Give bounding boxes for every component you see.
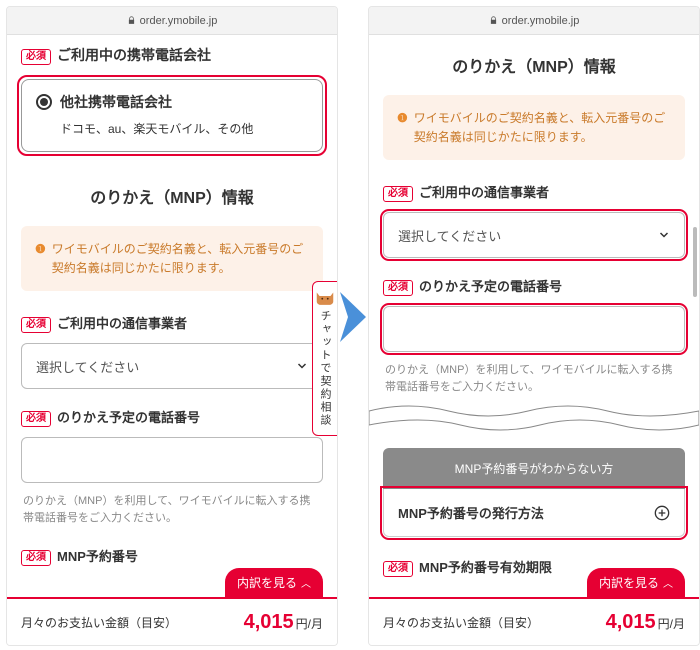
required-badge: 必須 — [383, 186, 413, 202]
lock-icon — [489, 16, 498, 25]
carrier-field-label: 必須ご利用中の通信事業者 — [7, 303, 337, 339]
select-placeholder: 選択してください — [36, 357, 139, 376]
phone-input[interactable] — [383, 306, 685, 352]
details-button[interactable]: 内訳を見る︿ — [225, 568, 323, 597]
chevron-up-icon: ︿ — [663, 575, 673, 590]
price-value: 4,015 — [606, 611, 656, 633]
chevron-down-icon — [296, 360, 308, 372]
content-gap-icon — [369, 401, 699, 435]
url-bar: order.ymobile.jp — [369, 7, 699, 35]
url-text: order.ymobile.jp — [140, 15, 218, 27]
warning-icon: ❶ — [397, 109, 408, 146]
cat-icon — [314, 290, 336, 306]
expander-label: MNP予約番号の発行方法 — [398, 503, 544, 522]
notice-banner: ❶ ワイモバイルのご契約名義と、転入元番号のご契約名義は同じかたに限ります。 — [21, 226, 323, 291]
price-footer: 月々のお支払い金額（目安） 4,015円/月 — [369, 597, 699, 645]
required-badge: 必須 — [383, 280, 413, 296]
carrier-section-label: 必須ご利用中の携帯電話会社 — [7, 35, 337, 71]
warning-icon: ❶ — [35, 240, 46, 277]
radio-title: 他社携帯電話会社 — [60, 92, 172, 112]
required-badge: 必須 — [21, 550, 51, 566]
mnp-issue-method-expander[interactable]: MNP予約番号の発行方法 — [383, 489, 685, 537]
chevron-up-icon: ︿ — [301, 575, 311, 590]
chat-tab-label: チャットで契約相談 — [319, 310, 331, 427]
mnp-section-title: のりかえ（MNP）情報 — [369, 35, 699, 87]
phone-screen-left: order.ymobile.jp 必須ご利用中の携帯電話会社 他社携帯電話会社 … — [6, 6, 338, 646]
notice-text: ワイモバイルのご契約名義と、転入元番号のご契約名義は同じかたに限ります。 — [52, 240, 309, 277]
required-badge: 必須 — [21, 317, 51, 333]
mnp-number-field-label: 必須MNP予約番号 — [7, 536, 337, 572]
required-badge: 必須 — [21, 411, 51, 427]
price-footer: 月々のお支払い金額（目安） 4,015円/月 — [7, 597, 337, 645]
price-value: 4,015 — [244, 611, 294, 633]
mnp-help-banner: MNP予約番号がわからない方 — [383, 448, 685, 489]
phone-input[interactable] — [21, 437, 323, 483]
footer-label: 月々のお支払い金額（目安） — [21, 614, 177, 631]
notice-text: ワイモバイルのご契約名義と、転入元番号のご契約名義は同じかたに限ります。 — [414, 109, 671, 146]
plus-circle-icon — [654, 505, 670, 521]
carrier-field-label: 必須ご利用中の通信事業者 — [369, 172, 699, 208]
carrier-select[interactable]: 選択してください — [383, 212, 685, 258]
select-placeholder: 選択してください — [398, 226, 501, 245]
url-text: order.ymobile.jp — [502, 15, 580, 27]
phone-help-text: のりかえ（MNP）を利用して、ワイモバイルに転入する携帯電話番号をご入力ください… — [7, 491, 337, 536]
chat-tab[interactable]: チャットで契約相談 — [312, 281, 338, 436]
price-unit: 円/月 — [658, 617, 685, 631]
required-badge: 必須 — [383, 561, 413, 577]
url-bar: order.ymobile.jp — [7, 7, 337, 35]
details-button[interactable]: 内訳を見る︿ — [587, 568, 685, 597]
phone-screen-right: order.ymobile.jp のりかえ（MNP）情報 ❶ ワイモバイルのご契… — [368, 6, 700, 646]
phone-help-text: のりかえ（MNP）を利用して、ワイモバイルに転入する携帯電話番号をご入力ください… — [369, 360, 699, 405]
phone-field-label: 必須のりかえ予定の電話番号 — [369, 266, 699, 302]
phone-field-label: 必須のりかえ予定の電話番号 — [7, 397, 337, 433]
footer-label: 月々のお支払い金額（目安） — [383, 614, 539, 631]
radio-subtitle: ドコモ、au、楽天モバイル、その他 — [60, 120, 308, 137]
mnp-section-title: のりかえ（MNP）情報 — [7, 166, 337, 218]
notice-banner: ❶ ワイモバイルのご契約名義と、転入元番号のご契約名義は同じかたに限ります。 — [383, 95, 685, 160]
lock-icon — [127, 16, 136, 25]
carrier-select[interactable]: 選択してください — [21, 343, 323, 389]
carrier-radio-card[interactable]: 他社携帯電話会社 ドコモ、au、楽天モバイル、その他 — [17, 75, 327, 156]
required-badge: 必須 — [21, 49, 51, 65]
price-unit: 円/月 — [296, 617, 323, 631]
chevron-down-icon — [658, 229, 670, 241]
transition-arrow-icon — [338, 290, 368, 344]
scrollbar[interactable] — [693, 227, 697, 297]
radio-selected-icon — [36, 94, 52, 110]
